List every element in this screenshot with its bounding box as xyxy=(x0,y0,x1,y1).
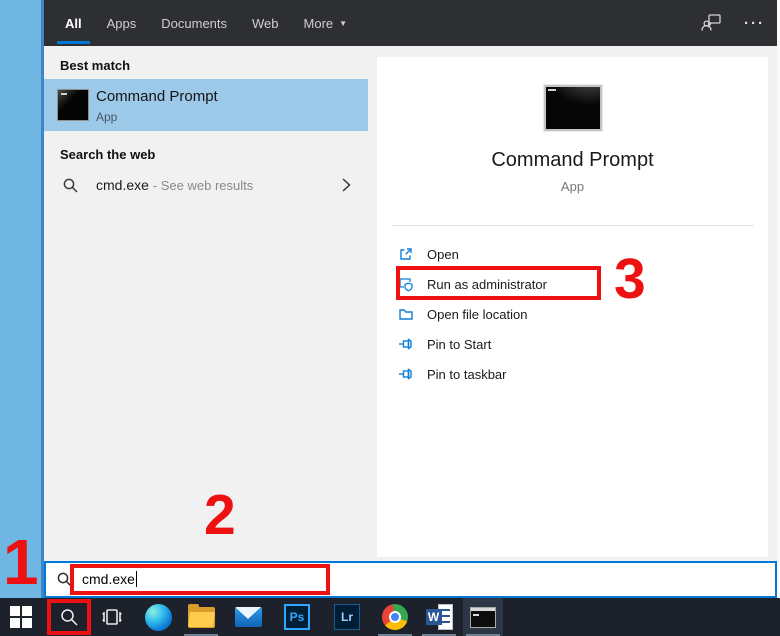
preview-app-subtitle: App xyxy=(377,179,768,194)
start-button[interactable] xyxy=(1,598,41,636)
annotation-step-1: 1 xyxy=(3,530,39,594)
annotation-box-search-input xyxy=(70,564,330,595)
tab-all[interactable]: All xyxy=(65,0,82,46)
annotation-box-taskbar-search xyxy=(47,599,91,635)
task-view-icon xyxy=(100,605,124,629)
filter-tabs: All Apps Documents Web More ▼ xyxy=(65,0,347,46)
open-icon xyxy=(398,246,414,262)
feedback-icon[interactable] xyxy=(700,12,722,34)
best-match-header: Best match xyxy=(60,58,130,73)
folder-location-icon xyxy=(398,306,414,322)
tab-documents[interactable]: Documents xyxy=(161,0,227,46)
word-icon: W xyxy=(426,604,453,630)
file-explorer-icon xyxy=(188,607,215,628)
web-search-result[interactable]: cmd.exe - See web results xyxy=(44,168,368,204)
taskbar-item-edge[interactable] xyxy=(138,598,178,636)
best-match-result-command-prompt[interactable]: Command Prompt App xyxy=(44,79,368,131)
pin-icon xyxy=(398,366,414,382)
action-pin-to-taskbar[interactable]: Pin to taskbar xyxy=(377,359,768,389)
search-web-header: Search the web xyxy=(60,147,155,162)
taskbar-item-mail[interactable] xyxy=(228,598,268,636)
chrome-icon xyxy=(382,604,408,630)
annotation-step-3: 3 xyxy=(614,251,646,308)
context-actions: Open Run as administrator Open file xyxy=(377,239,768,389)
taskbar-item-lightroom[interactable]: Lr xyxy=(327,598,367,636)
tab-apps[interactable]: Apps xyxy=(107,0,137,46)
taskbar-item-photoshop[interactable]: Ps xyxy=(277,598,317,636)
web-result-annotation: - See web results xyxy=(153,178,253,193)
windows-search-screenshot: All Apps Documents Web More ▼ xyxy=(0,0,780,636)
result-subtitle: App xyxy=(96,110,117,124)
search-icon xyxy=(62,177,79,199)
header-actions: ··· xyxy=(700,0,765,46)
web-query-text: cmd.exe xyxy=(96,177,149,193)
desktop-edge-strip xyxy=(0,0,44,598)
taskbar-item-command-prompt[interactable] xyxy=(463,598,503,636)
preview-panel: Command Prompt App Open xyxy=(377,57,768,557)
taskbar: Ps Lr W xyxy=(0,598,780,636)
taskbar-item-file-explorer[interactable] xyxy=(181,598,221,636)
action-pin-to-start[interactable]: Pin to Start xyxy=(377,329,768,359)
search-results-area: Best match Command Prompt App Search the… xyxy=(44,46,777,598)
taskbar-item-word[interactable]: W xyxy=(419,598,459,636)
chevron-right-icon xyxy=(338,177,354,198)
photoshop-icon: Ps xyxy=(284,604,310,630)
lightroom-icon: Lr xyxy=(334,604,360,630)
edge-icon xyxy=(145,604,172,631)
command-prompt-icon xyxy=(470,607,496,628)
command-prompt-icon-large xyxy=(544,85,602,131)
mail-icon xyxy=(235,607,262,627)
divider xyxy=(391,225,754,226)
pin-icon xyxy=(398,336,414,352)
chevron-down-icon: ▼ xyxy=(339,19,347,28)
ellipsis-menu-icon[interactable]: ··· xyxy=(744,15,765,32)
action-open[interactable]: Open xyxy=(377,239,768,269)
tab-web[interactable]: Web xyxy=(252,0,279,46)
result-title: Command Prompt xyxy=(96,88,218,105)
annotation-step-2: 2 xyxy=(204,487,236,544)
taskbar-item-chrome[interactable] xyxy=(375,598,415,636)
windows-logo-icon xyxy=(10,606,32,628)
action-open-file-location[interactable]: Open file location xyxy=(377,299,768,329)
command-prompt-icon xyxy=(57,89,89,121)
task-view-button[interactable] xyxy=(92,598,132,636)
search-filter-bar: All Apps Documents Web More ▼ xyxy=(44,0,777,46)
preview-app-title: Command Prompt xyxy=(377,149,768,172)
annotation-box-run-as-administrator xyxy=(396,266,601,300)
tab-more[interactable]: More ▼ xyxy=(304,0,348,46)
